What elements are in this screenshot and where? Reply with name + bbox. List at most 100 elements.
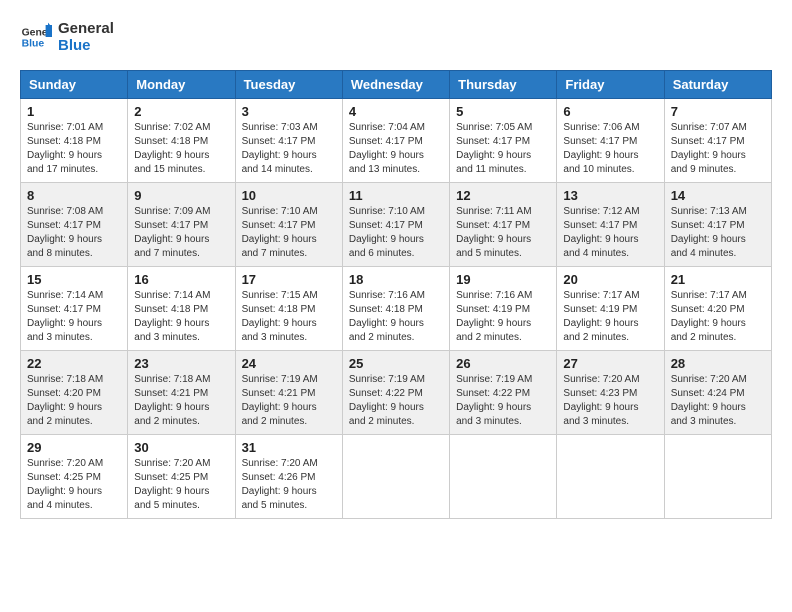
calendar-cell: 3 Sunrise: 7:03 AM Sunset: 4:17 PM Dayli… — [235, 99, 342, 183]
calendar-header-saturday: Saturday — [664, 71, 771, 99]
day-info: Sunrise: 7:10 AM Sunset: 4:17 PM Dayligh… — [349, 205, 443, 261]
day-info: Sunrise: 7:20 AM Sunset: 4:23 PM Dayligh… — [563, 373, 657, 429]
calendar-cell: 14 Sunrise: 7:13 AM Sunset: 4:17 PM Dayl… — [664, 183, 771, 267]
calendar-cell: 12 Sunrise: 7:11 AM Sunset: 4:17 PM Dayl… — [450, 183, 557, 267]
calendar-header-monday: Monday — [128, 71, 235, 99]
day-number: 17 — [242, 272, 336, 287]
calendar-cell: 5 Sunrise: 7:05 AM Sunset: 4:17 PM Dayli… — [450, 99, 557, 183]
day-number: 1 — [27, 104, 121, 119]
day-info: Sunrise: 7:09 AM Sunset: 4:17 PM Dayligh… — [134, 205, 228, 261]
day-info: Sunrise: 7:03 AM Sunset: 4:17 PM Dayligh… — [242, 121, 336, 177]
svg-text:Blue: Blue — [22, 39, 45, 50]
day-number: 14 — [671, 188, 765, 203]
day-number: 28 — [671, 356, 765, 371]
day-info: Sunrise: 7:17 AM Sunset: 4:19 PM Dayligh… — [563, 289, 657, 345]
calendar-cell: 29 Sunrise: 7:20 AM Sunset: 4:25 PM Dayl… — [21, 435, 128, 519]
day-number: 7 — [671, 104, 765, 119]
day-info: Sunrise: 7:19 AM Sunset: 4:22 PM Dayligh… — [456, 373, 550, 429]
day-number: 18 — [349, 272, 443, 287]
day-info: Sunrise: 7:13 AM Sunset: 4:17 PM Dayligh… — [671, 205, 765, 261]
day-number: 13 — [563, 188, 657, 203]
day-number: 9 — [134, 188, 228, 203]
calendar-cell: 13 Sunrise: 7:12 AM Sunset: 4:17 PM Dayl… — [557, 183, 664, 267]
day-info: Sunrise: 7:19 AM Sunset: 4:22 PM Dayligh… — [349, 373, 443, 429]
calendar-cell — [342, 435, 449, 519]
day-info: Sunrise: 7:17 AM Sunset: 4:20 PM Dayligh… — [671, 289, 765, 345]
calendar-header-row: SundayMondayTuesdayWednesdayThursdayFrid… — [21, 71, 772, 99]
day-info: Sunrise: 7:20 AM Sunset: 4:26 PM Dayligh… — [242, 457, 336, 513]
day-number: 12 — [456, 188, 550, 203]
calendar-cell: 1 Sunrise: 7:01 AM Sunset: 4:18 PM Dayli… — [21, 99, 128, 183]
day-number: 26 — [456, 356, 550, 371]
day-number: 2 — [134, 104, 228, 119]
day-number: 20 — [563, 272, 657, 287]
calendar-table: SundayMondayTuesdayWednesdayThursdayFrid… — [20, 70, 772, 519]
logo: General Blue General Blue — [20, 20, 114, 54]
calendar-header-tuesday: Tuesday — [235, 71, 342, 99]
calendar-header-wednesday: Wednesday — [342, 71, 449, 99]
calendar-cell: 2 Sunrise: 7:02 AM Sunset: 4:18 PM Dayli… — [128, 99, 235, 183]
day-number: 5 — [456, 104, 550, 119]
calendar-cell: 27 Sunrise: 7:20 AM Sunset: 4:23 PM Dayl… — [557, 351, 664, 435]
day-info: Sunrise: 7:18 AM Sunset: 4:20 PM Dayligh… — [27, 373, 121, 429]
calendar-cell — [450, 435, 557, 519]
day-number: 27 — [563, 356, 657, 371]
calendar-week-3: 15 Sunrise: 7:14 AM Sunset: 4:17 PM Dayl… — [21, 267, 772, 351]
day-info: Sunrise: 7:08 AM Sunset: 4:17 PM Dayligh… — [27, 205, 121, 261]
day-number: 8 — [27, 188, 121, 203]
calendar-cell: 25 Sunrise: 7:19 AM Sunset: 4:22 PM Dayl… — [342, 351, 449, 435]
day-info: Sunrise: 7:20 AM Sunset: 4:24 PM Dayligh… — [671, 373, 765, 429]
calendar-cell: 21 Sunrise: 7:17 AM Sunset: 4:20 PM Dayl… — [664, 267, 771, 351]
day-info: Sunrise: 7:20 AM Sunset: 4:25 PM Dayligh… — [134, 457, 228, 513]
day-info: Sunrise: 7:19 AM Sunset: 4:21 PM Dayligh… — [242, 373, 336, 429]
day-number: 11 — [349, 188, 443, 203]
day-info: Sunrise: 7:02 AM Sunset: 4:18 PM Dayligh… — [134, 121, 228, 177]
day-info: Sunrise: 7:15 AM Sunset: 4:18 PM Dayligh… — [242, 289, 336, 345]
day-info: Sunrise: 7:01 AM Sunset: 4:18 PM Dayligh… — [27, 121, 121, 177]
calendar-cell: 7 Sunrise: 7:07 AM Sunset: 4:17 PM Dayli… — [664, 99, 771, 183]
calendar-cell: 11 Sunrise: 7:10 AM Sunset: 4:17 PM Dayl… — [342, 183, 449, 267]
logo-general: General — [58, 20, 114, 37]
calendar-cell — [557, 435, 664, 519]
day-info: Sunrise: 7:20 AM Sunset: 4:25 PM Dayligh… — [27, 457, 121, 513]
day-number: 29 — [27, 440, 121, 455]
calendar-cell: 31 Sunrise: 7:20 AM Sunset: 4:26 PM Dayl… — [235, 435, 342, 519]
calendar-week-2: 8 Sunrise: 7:08 AM Sunset: 4:17 PM Dayli… — [21, 183, 772, 267]
calendar-cell: 23 Sunrise: 7:18 AM Sunset: 4:21 PM Dayl… — [128, 351, 235, 435]
day-info: Sunrise: 7:11 AM Sunset: 4:17 PM Dayligh… — [456, 205, 550, 261]
calendar-header-thursday: Thursday — [450, 71, 557, 99]
day-number: 19 — [456, 272, 550, 287]
calendar-cell: 22 Sunrise: 7:18 AM Sunset: 4:20 PM Dayl… — [21, 351, 128, 435]
day-info: Sunrise: 7:18 AM Sunset: 4:21 PM Dayligh… — [134, 373, 228, 429]
day-number: 10 — [242, 188, 336, 203]
calendar-cell: 15 Sunrise: 7:14 AM Sunset: 4:17 PM Dayl… — [21, 267, 128, 351]
calendar-body: 1 Sunrise: 7:01 AM Sunset: 4:18 PM Dayli… — [21, 99, 772, 519]
day-number: 4 — [349, 104, 443, 119]
logo-icon: General Blue — [20, 21, 52, 53]
page-header: General Blue General Blue — [20, 20, 772, 54]
calendar-header-sunday: Sunday — [21, 71, 128, 99]
calendar-cell: 30 Sunrise: 7:20 AM Sunset: 4:25 PM Dayl… — [128, 435, 235, 519]
calendar-cell: 19 Sunrise: 7:16 AM Sunset: 4:19 PM Dayl… — [450, 267, 557, 351]
calendar-cell: 17 Sunrise: 7:15 AM Sunset: 4:18 PM Dayl… — [235, 267, 342, 351]
day-number: 25 — [349, 356, 443, 371]
day-number: 23 — [134, 356, 228, 371]
day-number: 24 — [242, 356, 336, 371]
day-number: 31 — [242, 440, 336, 455]
day-number: 16 — [134, 272, 228, 287]
day-info: Sunrise: 7:14 AM Sunset: 4:18 PM Dayligh… — [134, 289, 228, 345]
day-info: Sunrise: 7:16 AM Sunset: 4:18 PM Dayligh… — [349, 289, 443, 345]
day-info: Sunrise: 7:16 AM Sunset: 4:19 PM Dayligh… — [456, 289, 550, 345]
calendar-week-1: 1 Sunrise: 7:01 AM Sunset: 4:18 PM Dayli… — [21, 99, 772, 183]
day-number: 21 — [671, 272, 765, 287]
calendar-cell: 18 Sunrise: 7:16 AM Sunset: 4:18 PM Dayl… — [342, 267, 449, 351]
calendar-cell: 4 Sunrise: 7:04 AM Sunset: 4:17 PM Dayli… — [342, 99, 449, 183]
calendar-cell — [664, 435, 771, 519]
day-number: 15 — [27, 272, 121, 287]
calendar-cell: 20 Sunrise: 7:17 AM Sunset: 4:19 PM Dayl… — [557, 267, 664, 351]
calendar-week-5: 29 Sunrise: 7:20 AM Sunset: 4:25 PM Dayl… — [21, 435, 772, 519]
day-number: 30 — [134, 440, 228, 455]
calendar-cell: 8 Sunrise: 7:08 AM Sunset: 4:17 PM Dayli… — [21, 183, 128, 267]
day-info: Sunrise: 7:10 AM Sunset: 4:17 PM Dayligh… — [242, 205, 336, 261]
calendar-cell: 9 Sunrise: 7:09 AM Sunset: 4:17 PM Dayli… — [128, 183, 235, 267]
